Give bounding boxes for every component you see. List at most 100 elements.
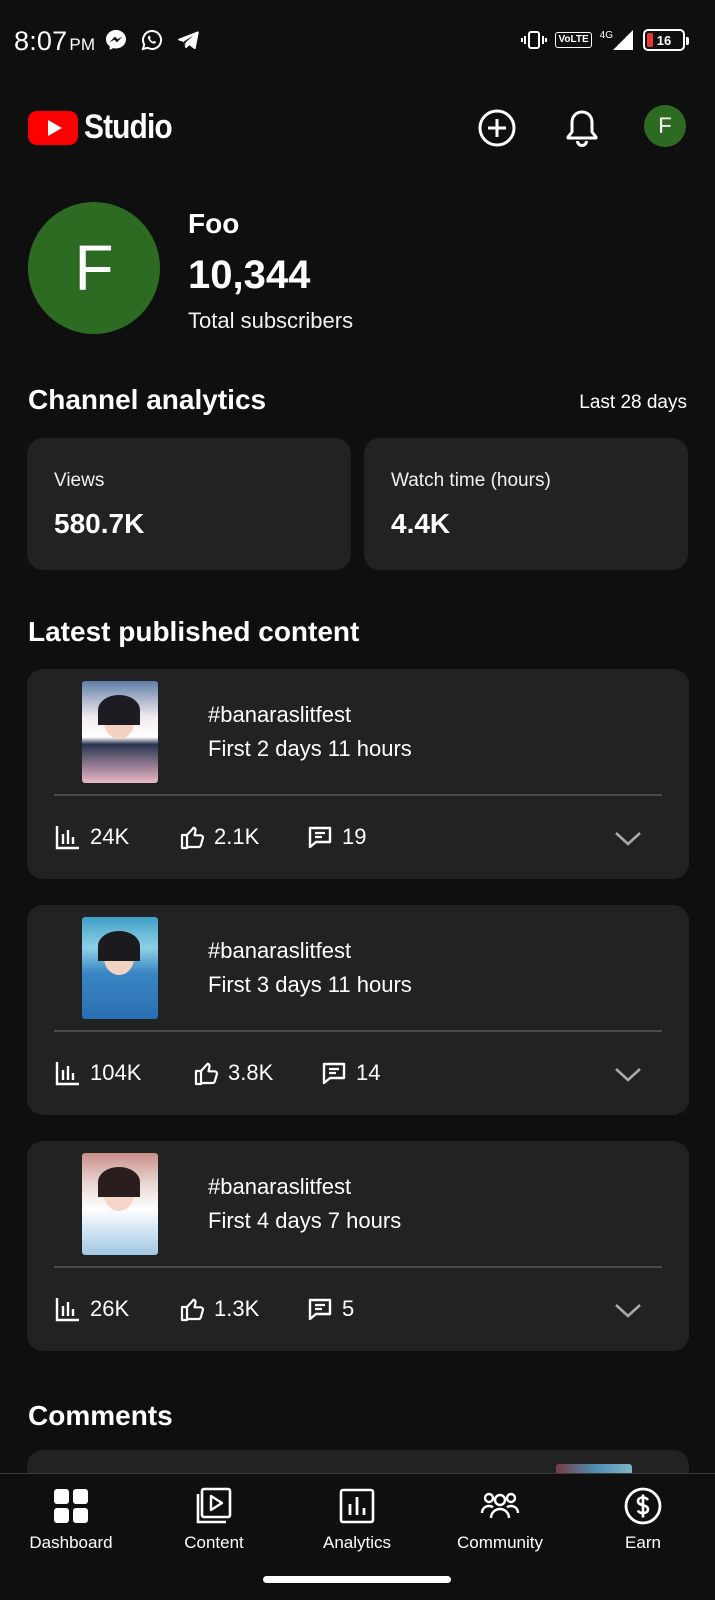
system-status-icons: VoLTE 4G 16 <box>521 28 689 52</box>
nav-label: Community <box>457 1533 543 1552</box>
home-indicator[interactable] <box>263 1576 451 1583</box>
youtube-play-icon <box>28 110 78 145</box>
views-stat: 24K <box>54 823 129 851</box>
likes-count: 2.1K <box>214 824 260 849</box>
video-thumbnail[interactable] <box>82 681 158 783</box>
video-period: First 3 days 11 hours <box>208 972 412 997</box>
divider <box>54 794 662 796</box>
comments-stat: 5 <box>306 1295 354 1323</box>
signal-icon <box>613 30 633 50</box>
likes-stat: 3.8K <box>192 1059 273 1087</box>
video-thumbnail[interactable] <box>82 1153 158 1255</box>
views-card[interactable]: Views 580.7K <box>27 438 351 570</box>
video-thumbnail[interactable] <box>82 917 158 1019</box>
notifications-button[interactable] <box>558 104 606 152</box>
views-count: 26K <box>90 1296 130 1321</box>
comment-icon <box>308 1298 332 1321</box>
messenger-icon <box>106 30 126 50</box>
thumbs-up-icon <box>180 1298 205 1322</box>
community-icon <box>480 1492 520 1519</box>
views-count: 104K <box>90 1060 142 1085</box>
nav-label: Analytics <box>322 1533 392 1552</box>
create-button[interactable] <box>473 104 521 152</box>
bar-chart-icon <box>55 1062 79 1086</box>
analytics-icon <box>339 1488 375 1524</box>
youtube-studio-logo[interactable]: Studio <box>28 108 184 147</box>
earn-icon <box>624 1487 662 1525</box>
metric-value: 4.4K <box>391 508 451 539</box>
nav-content[interactable]: Content <box>144 1486 284 1553</box>
comments-count: 14 <box>356 1060 381 1085</box>
latest-content-title: Latest published content <box>28 616 360 647</box>
comments-count: 19 <box>342 824 367 849</box>
nav-label: Content <box>184 1533 244 1552</box>
channel-name: Foo <box>188 208 240 239</box>
watch-time-card[interactable]: Watch time (hours) 4.4K <box>364 438 688 570</box>
analytics-title: Channel analytics <box>28 384 267 415</box>
battery-level: 16 <box>656 32 672 48</box>
chevron-down-icon <box>615 832 641 846</box>
likes-stat: 2.1K <box>178 823 259 851</box>
nav-dashboard[interactable]: Dashboard <box>1 1486 141 1553</box>
account-avatar[interactable]: F <box>644 105 686 147</box>
status-bar: 8:07 PM VoLTE 4G 16 <box>0 0 715 84</box>
bar-chart-icon <box>55 826 79 850</box>
chevron-down-icon <box>615 1304 641 1318</box>
video-title: #banaraslitfest <box>208 702 352 727</box>
logo-text: Studio <box>84 108 173 146</box>
views-stat: 26K <box>54 1295 129 1323</box>
thumbs-up-icon <box>180 826 205 850</box>
status-clock: 8:07 <box>14 26 68 56</box>
expand-button[interactable] <box>611 1293 645 1327</box>
nav-label: Earn <box>625 1533 661 1552</box>
whatsapp-icon <box>141 29 163 51</box>
video-title: #banaraslitfest <box>208 938 352 963</box>
metric-value: 580.7K <box>54 508 145 539</box>
comment-icon <box>308 826 332 849</box>
views-stat: 104K <box>54 1059 141 1087</box>
analytics-period: Last 28 days <box>579 392 687 413</box>
video-title: #banaraslitfest <box>208 1174 352 1199</box>
views-count: 24K <box>90 824 130 849</box>
expand-button[interactable] <box>611 1057 645 1091</box>
battery-icon: 16 <box>643 29 689 51</box>
divider <box>54 1030 662 1032</box>
video-card[interactable]: #banaraslitfest First 2 days 11 hours 24… <box>27 669 689 879</box>
volte-badge: VoLTE <box>555 32 592 48</box>
video-period: First 2 days 11 hours <box>208 736 412 761</box>
channel-avatar-letter: F <box>74 232 114 304</box>
video-card[interactable]: #banaraslitfest First 4 days 7 hours 26K… <box>27 1141 689 1351</box>
bell-icon <box>566 110 598 147</box>
channel-avatar[interactable]: F <box>28 202 160 334</box>
likes-stat: 1.3K <box>178 1295 259 1323</box>
comment-icon <box>322 1062 346 1085</box>
nav-label: Dashboard <box>29 1533 113 1552</box>
app-header: Studio <box>0 96 715 160</box>
chevron-down-icon <box>615 1068 641 1082</box>
dashboard-icon <box>54 1489 88 1523</box>
status-time: 8:07 PM <box>14 26 95 57</box>
vibrate-icon <box>521 31 548 49</box>
thumbs-up-icon <box>194 1062 219 1086</box>
add-circle-icon <box>478 109 516 147</box>
divider <box>54 1266 662 1268</box>
expand-button[interactable] <box>611 821 645 855</box>
video-card[interactable]: #banaraslitfest First 3 days 11 hours 10… <box>27 905 689 1115</box>
likes-count: 1.3K <box>214 1296 260 1321</box>
account-avatar-letter: F <box>658 113 672 138</box>
status-ampm: PM <box>69 35 96 54</box>
telegram-icon <box>178 31 199 50</box>
bar-chart-icon <box>55 1298 79 1322</box>
comments-stat: 14 <box>320 1059 380 1087</box>
metric-label: Views <box>54 470 105 491</box>
video-period: First 4 days 7 hours <box>208 1208 402 1233</box>
likes-count: 3.8K <box>228 1060 274 1085</box>
subscriber-count: 10,344 <box>188 253 311 297</box>
content-icon <box>196 1487 232 1524</box>
comments-title: Comments <box>28 1400 173 1431</box>
metric-label: Watch time (hours) <box>391 470 551 491</box>
notification-icons <box>104 28 200 52</box>
nav-analytics[interactable]: Analytics <box>287 1486 427 1553</box>
nav-community[interactable]: Community <box>430 1486 570 1553</box>
nav-earn[interactable]: Earn <box>573 1486 713 1553</box>
